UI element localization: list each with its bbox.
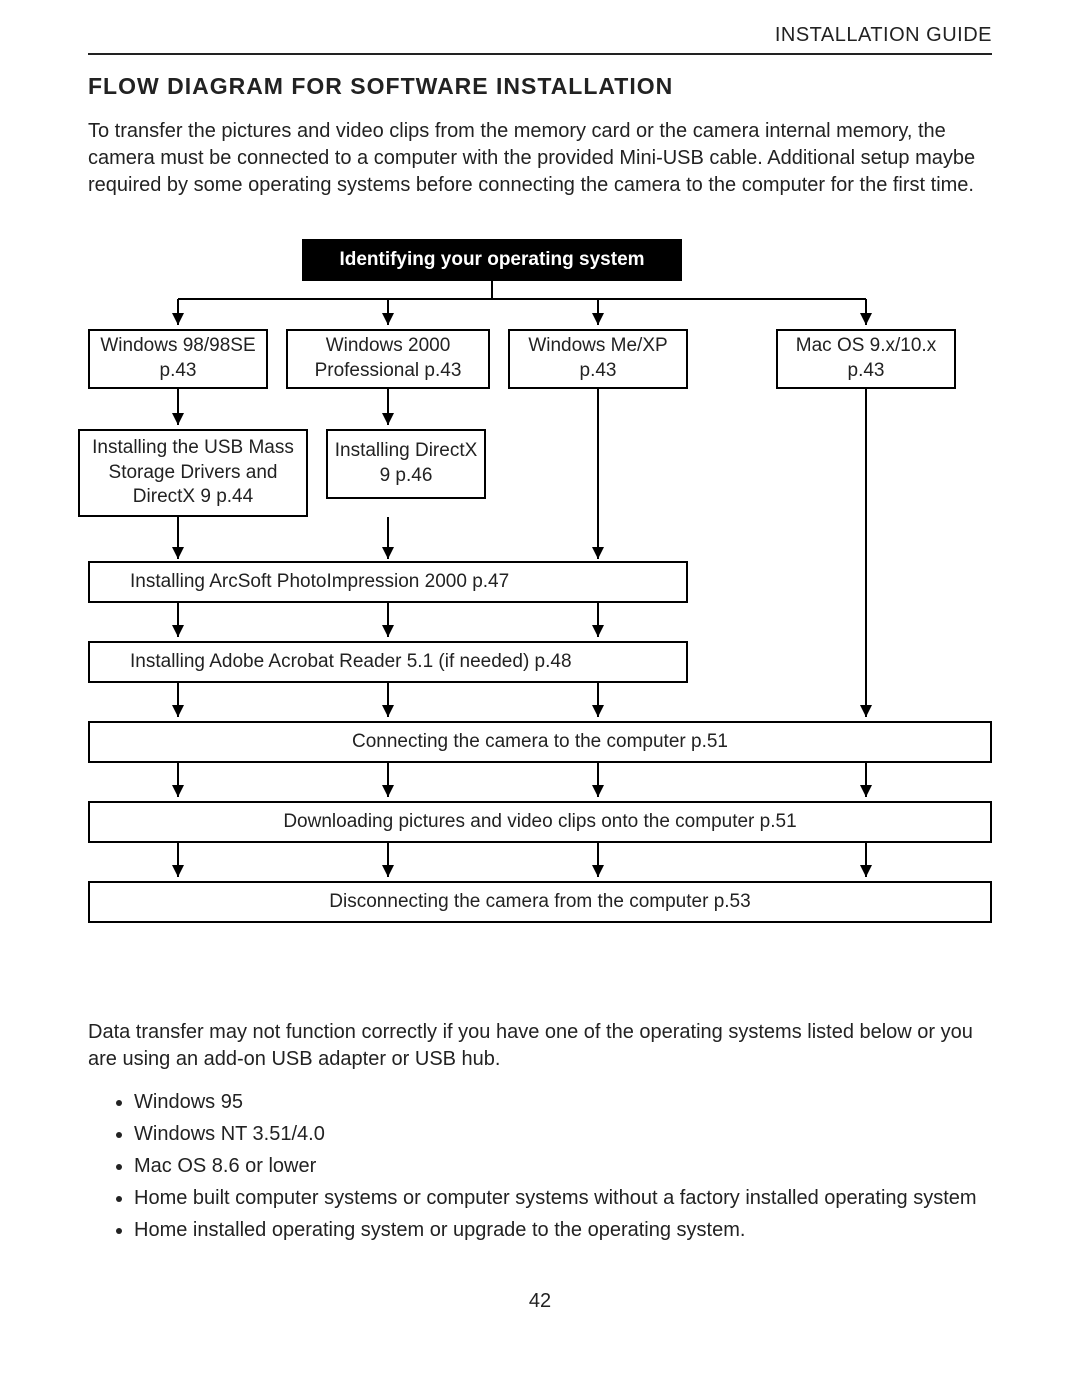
- intro-paragraph: To transfer the pictures and video clips…: [88, 118, 992, 199]
- unsupported-list: Windows 95 Windows NT 3.51/4.0 Mac OS 8.…: [88, 1087, 992, 1245]
- os-box-win2000: Windows 2000 Professional p.43: [286, 329, 490, 389]
- flow-diagram: Identifying your operating system Window…: [88, 239, 992, 959]
- outro-paragraph: Data transfer may not function correctly…: [88, 1019, 992, 1073]
- os-box-winme-xp: Windows Me/XP p.43: [508, 329, 688, 389]
- os-box-win98: Windows 98/98SE p.43: [88, 329, 268, 389]
- page-number: 42: [88, 1290, 992, 1313]
- step-download: Downloading pictures and video clips ont…: [88, 801, 992, 843]
- page: INSTALLATION GUIDE FLOW DIAGRAM FOR SOFT…: [88, 24, 992, 1305]
- step-connect: Connecting the camera to the computer p.…: [88, 721, 992, 763]
- diagram-root-box: Identifying your operating system: [302, 239, 682, 281]
- os-box-macos: Mac OS 9.x/10.x p.43: [776, 329, 956, 389]
- step-arcsoft: Installing ArcSoft PhotoImpression 2000 …: [88, 561, 688, 603]
- list-item: Mac OS 8.6 or lower: [134, 1151, 992, 1181]
- list-item: Windows NT 3.51/4.0: [134, 1119, 992, 1149]
- list-item: Home built computer systems or computer …: [134, 1183, 992, 1213]
- list-item: Windows 95: [134, 1087, 992, 1117]
- doc-label: INSTALLATION GUIDE: [775, 24, 992, 46]
- header-bar: INSTALLATION GUIDE: [88, 24, 992, 55]
- step-directx: Installing DirectX 9 p.46: [326, 429, 486, 499]
- step-disconnect: Disconnecting the camera from the comput…: [88, 881, 992, 923]
- step-acrobat: Installing Adobe Acrobat Reader 5.1 (if …: [88, 641, 688, 683]
- step-usb-drivers: Installing the USB Mass Storage Drivers …: [78, 429, 308, 517]
- section-title: FLOW DIAGRAM FOR SOFTWARE INSTALLATION: [88, 73, 992, 100]
- list-item: Home installed operating system or upgra…: [134, 1215, 992, 1245]
